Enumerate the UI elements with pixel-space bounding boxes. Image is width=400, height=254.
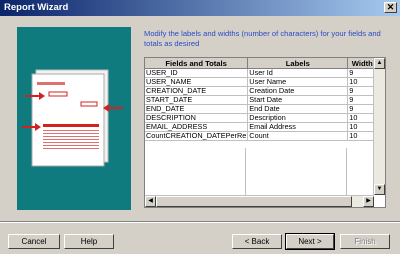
- field-name-cell: USER_ID: [145, 68, 249, 78]
- next-button[interactable]: Next >: [285, 233, 335, 250]
- label-cell[interactable]: End Date: [247, 104, 349, 114]
- scroll-up-button[interactable]: ▲: [374, 58, 385, 69]
- column-header-fields[interactable]: Fields and Totals: [145, 58, 249, 69]
- table-row: DESCRIPTION Description 10: [145, 113, 378, 123]
- field-name-cell: DESCRIPTION: [145, 113, 249, 123]
- field-name-cell: USER_NAME: [145, 77, 249, 87]
- vertical-scrollbar[interactable]: ▲ ▼: [373, 58, 385, 195]
- close-icon: ✕: [386, 2, 395, 12]
- table-row: USER_ID User Id 9: [145, 68, 378, 78]
- window-title: Report Wizard: [4, 2, 69, 13]
- label-cell[interactable]: User Name: [247, 77, 349, 87]
- instructions-text: Modify the labels and widths (number of …: [144, 29, 381, 48]
- field-name-cell: CountCREATION_DATEPerRe: [145, 131, 249, 141]
- field-name-cell: START_DATE: [145, 95, 249, 105]
- field-name-cell: CREATION_DATE: [145, 86, 249, 96]
- column-divider: [245, 148, 246, 196]
- table-row: USER_NAME User Name 10: [145, 77, 378, 87]
- report-illustration: [22, 69, 123, 167]
- grid-header-row: Fields and Totals Labels Width: [145, 58, 378, 69]
- table-row: CountCREATION_DATEPerRe Count 10: [145, 131, 378, 141]
- label-cell[interactable]: Count: [247, 131, 349, 141]
- table-row: CREATION_DATE Creation Date 9: [145, 86, 378, 96]
- label-cell[interactable]: Email Address: [247, 122, 349, 132]
- label-cell[interactable]: User Id: [247, 68, 349, 78]
- table-row: END_DATE End Date 9: [145, 104, 378, 114]
- help-button[interactable]: Help: [64, 234, 114, 249]
- report-page-icon: [31, 73, 105, 167]
- label-cell[interactable]: Description: [247, 113, 349, 123]
- field-name-cell: EMAIL_ADDRESS: [145, 122, 249, 132]
- scroll-thumb[interactable]: [156, 196, 352, 207]
- label-cell[interactable]: Creation Date: [247, 86, 349, 96]
- cancel-button[interactable]: Cancel: [8, 234, 60, 249]
- table-row: START_DATE Start Date 9: [145, 95, 378, 105]
- back-button[interactable]: < Back: [232, 234, 282, 249]
- title-bar: Report Wizard ✕: [0, 0, 400, 16]
- finish-button[interactable]: Finish: [340, 234, 390, 249]
- wizard-illustration-panel: [17, 27, 131, 210]
- column-header-labels[interactable]: Labels: [247, 58, 349, 69]
- fields-table: Fields and Totals Labels Width USER_ID U…: [145, 58, 378, 141]
- field-name-cell: END_DATE: [145, 104, 249, 114]
- label-cell[interactable]: Start Date: [247, 95, 349, 105]
- horizontal-scrollbar[interactable]: ◀ ▶: [145, 195, 374, 207]
- table-row: EMAIL_ADDRESS Email Address 10: [145, 122, 378, 132]
- scroll-right-button[interactable]: ▶: [363, 196, 374, 207]
- column-divider: [346, 148, 347, 196]
- scroll-down-button[interactable]: ▼: [374, 184, 385, 195]
- scroll-left-button[interactable]: ◀: [145, 196, 156, 207]
- close-button[interactable]: ✕: [384, 2, 397, 13]
- fields-grid[interactable]: Fields and Totals Labels Width USER_ID U…: [144, 57, 386, 208]
- footer-divider-highlight: [0, 222, 400, 223]
